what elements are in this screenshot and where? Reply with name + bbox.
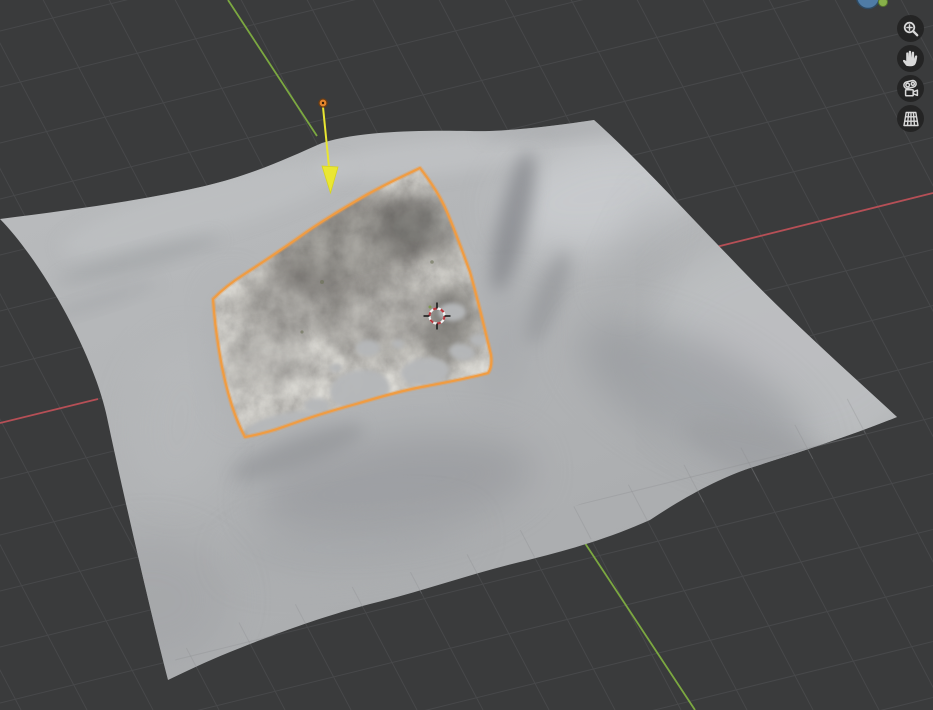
sun-origin-center — [322, 102, 324, 104]
3d-viewport[interactable] — [0, 0, 933, 710]
gizmo-z-ball[interactable] — [857, 0, 880, 9]
grid-perspective-icon — [899, 107, 923, 131]
magnifier-plus-icon — [899, 17, 923, 41]
camera-icon — [899, 77, 923, 101]
orientation-gizmo[interactable] — [836, 0, 896, 14]
toggle-projection-button[interactable] — [897, 105, 924, 132]
zoom-button[interactable] — [897, 15, 924, 42]
pan-button[interactable] — [897, 45, 924, 72]
gizmo-y-ball[interactable] — [879, 0, 888, 7]
viewport-toolbar — [897, 15, 924, 132]
camera-view-button[interactable] — [897, 75, 924, 102]
hand-icon — [899, 47, 923, 71]
scene-canvas — [0, 0, 933, 710]
